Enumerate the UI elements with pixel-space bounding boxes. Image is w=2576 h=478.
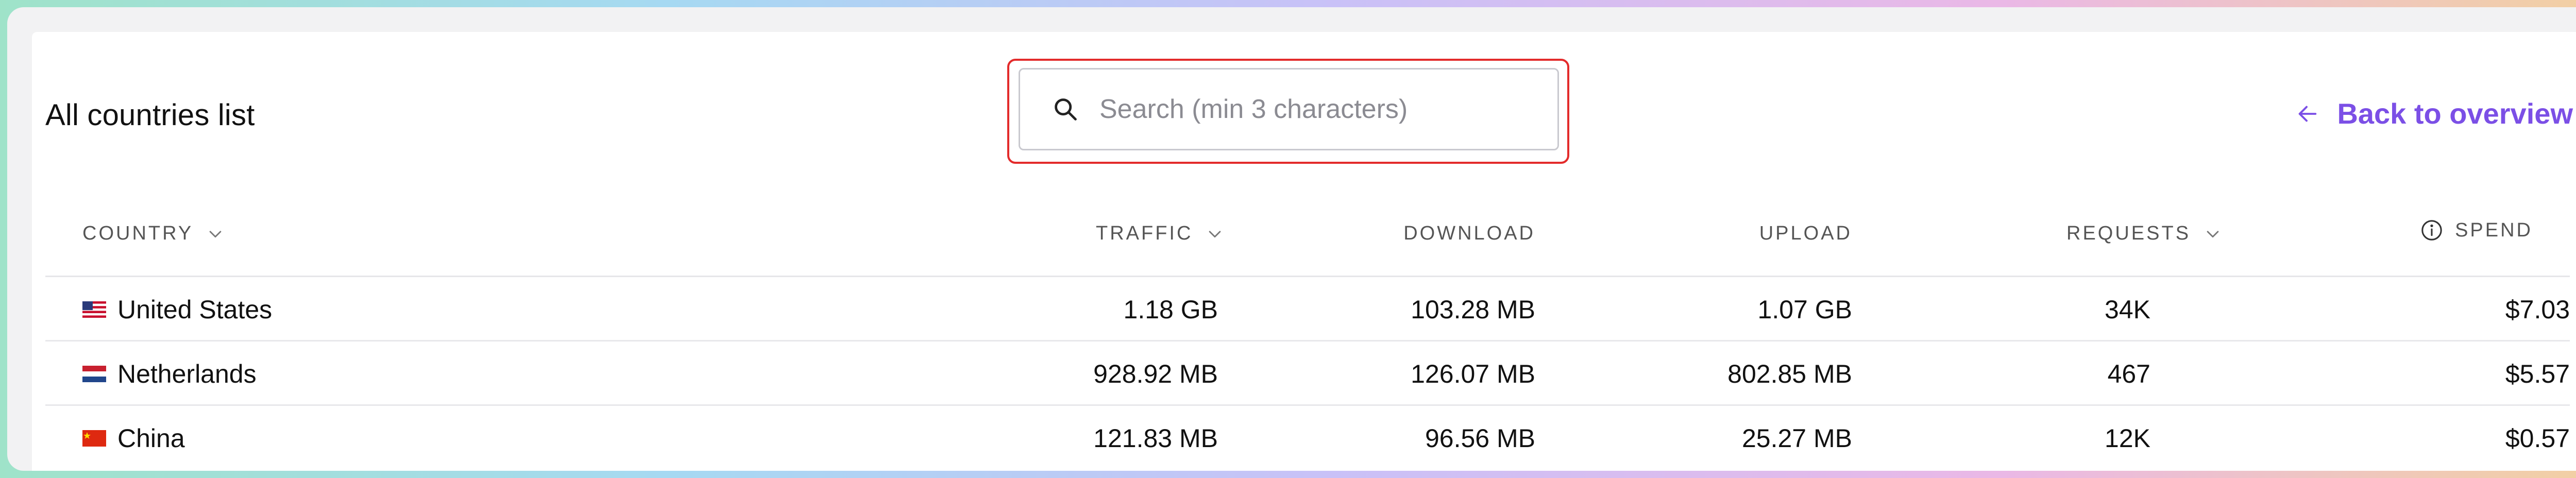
table-row[interactable]: United States 1.18 GB 103.28 MB 1.07 GB … xyxy=(45,277,2570,342)
traffic-cell: 121.83 MB xyxy=(1093,423,1218,453)
column-header-country-label: COUNTRY xyxy=(82,223,194,244)
upload-cell: 25.27 MB xyxy=(1741,423,1852,453)
search-icon xyxy=(1055,98,1077,121)
country-name: Netherlands xyxy=(117,359,257,388)
traffic-cell: 1.18 GB xyxy=(1123,295,1218,324)
country-name: China xyxy=(117,423,185,453)
flag-cn-icon xyxy=(82,430,106,447)
flag-us-icon xyxy=(82,301,106,318)
country-cell: China xyxy=(82,406,185,470)
column-header-traffic[interactable]: TRAFFIC xyxy=(1096,223,1224,245)
country-name: United States xyxy=(117,295,273,324)
country-cell: Netherlands xyxy=(82,342,257,406)
table-row[interactable]: Netherlands 928.92 MB 126.07 MB 802.85 M… xyxy=(45,342,2570,406)
chevron-down-icon xyxy=(2207,230,2219,237)
requests-cell: 34K xyxy=(2105,295,2150,324)
requests-cell: 467 xyxy=(2107,359,2150,388)
upload-cell: 1.07 GB xyxy=(1757,295,1852,324)
column-header-traffic-label: TRAFFIC xyxy=(1096,223,1193,244)
column-header-country[interactable]: COUNTRY xyxy=(82,223,224,245)
back-to-overview-link[interactable]: Back to overview xyxy=(2296,97,2573,130)
upload-cell: 802.85 MB xyxy=(1727,359,1852,388)
country-cell: United States xyxy=(82,277,272,342)
arrow-left-icon xyxy=(2299,106,2317,122)
column-header-download: DOWNLOAD xyxy=(1403,223,1535,245)
column-header-upload: UPLOAD xyxy=(1759,223,1852,245)
info-icon[interactable] xyxy=(2420,218,2444,242)
page-title: All countries list xyxy=(45,98,255,132)
column-header-upload-label: UPLOAD xyxy=(1759,223,1852,244)
column-header-requests[interactable]: REQUESTS xyxy=(2066,223,2222,245)
back-to-overview-label: Back to overview xyxy=(2337,97,2573,130)
search-box[interactable] xyxy=(1019,68,1559,150)
column-header-requests-label: REQUESTS xyxy=(2066,223,2191,244)
chevron-down-icon xyxy=(209,230,222,237)
flag-nl-icon xyxy=(82,365,106,382)
countries-table: COUNTRY TRAFFIC DOWNLOAD UPLOAD REQUESTS… xyxy=(45,196,2570,470)
download-cell: 126.07 MB xyxy=(1411,359,1535,388)
column-header-spend-label: SPEND xyxy=(2455,219,2533,241)
download-cell: 96.56 MB xyxy=(1425,423,1535,453)
table-row[interactable]: China 121.83 MB 96.56 MB 25.27 MB 12K $0… xyxy=(45,406,2570,470)
download-cell: 103.28 MB xyxy=(1411,295,1535,324)
column-header-download-label: DOWNLOAD xyxy=(1403,223,1535,244)
requests-cell: 12K xyxy=(2105,423,2150,453)
search-input[interactable] xyxy=(1099,94,1522,125)
traffic-cell: 928.92 MB xyxy=(1093,359,1218,388)
chevron-down-icon xyxy=(1209,230,1221,237)
spend-cell: $7.03 xyxy=(2505,295,2570,324)
spend-cell: $0.57 xyxy=(2505,423,2570,453)
spend-cell: $5.57 xyxy=(2505,359,2570,388)
table-header: COUNTRY TRAFFIC DOWNLOAD UPLOAD REQUESTS… xyxy=(45,196,2570,277)
column-header-spend: SPEND xyxy=(2420,218,2533,242)
